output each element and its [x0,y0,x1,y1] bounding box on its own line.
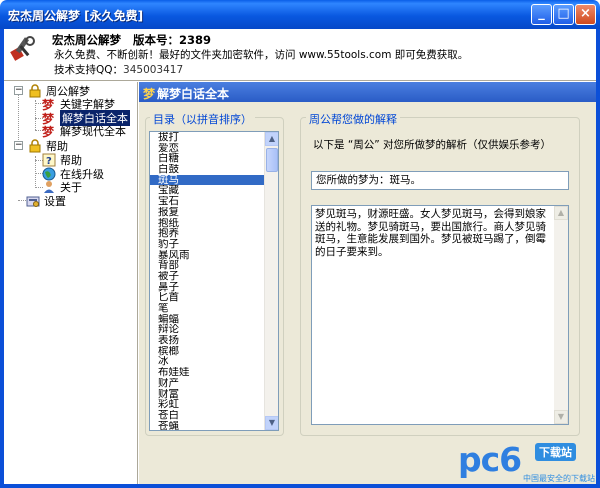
scroll-thumb[interactable] [266,148,278,172]
title-bar[interactable]: 宏杰周公解梦 [永久免费] _ □ × [0,0,600,29]
list-item[interactable]: 报复 [150,207,278,218]
list-item[interactable]: 彩虹 [150,399,278,410]
list-item[interactable]: 鼻子 [150,282,278,293]
list-item[interactable]: 辩论 [150,324,278,335]
list-item[interactable]: 豹子 [150,239,278,250]
list-item[interactable]: 宝石 [150,196,278,207]
dream-field[interactable]: 您所做的梦为：斑马。 [311,171,569,190]
result-textarea[interactable]: 梦见斑马，财源旺盛。女人梦见斑马，会得到娘家送的礼物。梦见骑斑马，要出国旅行。商… [311,205,569,425]
window-title: 宏杰周公解梦 [永久免费] [8,9,144,23]
list-item[interactable]: 财产 [150,378,278,389]
result-scrollbar[interactable]: ▲ ▼ [554,206,568,424]
support-line: 技术支持QQ：345003417 [54,62,183,77]
list-item[interactable]: 匕首 [150,292,278,303]
tree-item-modern-label: 解梦现代全本 [60,124,126,138]
minimize-button[interactable]: _ [531,4,552,25]
directory-scrollbar[interactable]: ▲ ▼ [264,132,278,430]
window-frame-bottom [0,484,600,488]
list-item[interactable]: 冰 [150,356,278,367]
svg-text:?: ? [46,156,52,167]
tree-item-modern[interactable]: 梦 解梦现代全本 [42,123,126,138]
help-icon: ? [42,153,56,167]
list-item[interactable]: 背部 [150,260,278,271]
list-item[interactable]: 抱养 [150,228,278,239]
maximize-button[interactable]: □ [553,4,574,25]
watermark-logo: pc6 [458,440,522,479]
user-icon [44,180,54,193]
list-item[interactable]: 苍白 [150,410,278,421]
lock-icon [29,83,41,97]
support-qq: 345003417 [123,64,184,76]
result-scroll-down-button[interactable]: ▼ [554,410,568,424]
collapse-toggle-dream[interactable]: − [14,86,23,95]
list-item[interactable]: 暴风雨 [150,250,278,261]
list-item[interactable]: 爱恋 [150,143,278,154]
window-frame-right [596,29,600,488]
list-item[interactable]: 财富 [150,389,278,400]
watermark-badge: 下载站 [535,443,576,461]
tree-item-settings-label: 设置 [44,194,66,208]
list-item[interactable]: 拔打 [150,132,278,143]
directory-list[interactable]: 拔打 爱恋 白糖 白鼓 斑马 宝藏 宝石 报复 抱纸 抱养 豹子 暴风雨 背部 被子 鼻子 匕首笔蝙蝠 辩论 表扬… [149,131,279,431]
list-item[interactable]: 蝙蝠 [150,314,278,325]
version-label: 版本号：2389 [133,33,212,47]
panel-title: 解梦白话全本 [157,87,230,101]
app-header: 宏杰周公解梦 版本号：2389 永久免费、不断创新！最好的文件夹加密软件，访问 w… [4,29,596,81]
list-item[interactable]: 白鼓 [150,164,278,175]
promo-text: 永久免费、不断创新！最好的文件夹加密软件，访问 www.55tools.com … [54,49,469,61]
close-button[interactable]: × [575,4,596,25]
support-label: 技术支持QQ： [54,64,124,76]
list-item[interactable]: 宝藏 [150,185,278,196]
tree-item-settings[interactable]: 设置 [26,193,66,208]
app-name-line: 宏杰周公解梦 版本号：2389 [52,32,211,48]
app-name: 宏杰周公解梦 [52,33,121,47]
lock-icon [29,138,41,152]
settings-icon [26,196,40,207]
list-item[interactable]: 布娃娃 [150,367,278,378]
panel-header: 梦 解梦白话全本 [139,82,596,102]
dream-icon: 梦 [42,97,55,111]
watermark-subtitle: 中国最安全的下载站 [523,474,595,483]
svg-text:梦: 梦 [42,124,55,138]
list-item[interactable]: 被子 [150,271,278,282]
dream-icon: 梦 [42,124,55,138]
list-item[interactable]: 斑马 [150,174,278,186]
list-item[interactable]: 抱纸 [150,218,278,229]
analysis-label: 周公帮您做的解释 [306,111,400,127]
list-item[interactable]: 槟榔 [150,346,278,357]
dream-icon: 梦 [143,87,156,101]
scroll-down-button[interactable]: ▼ [265,416,278,430]
nav-tree[interactable]: − 周公解梦 梦 关键字解梦 梦 解梦白话全本 梦 解梦现代全本 − 帮助 ? … [4,82,138,484]
result-text: 梦见斑马，财源旺盛。女人梦见斑马，会得到娘家送的礼物。梦见骑斑马，要出国旅行。商… [315,208,546,258]
analysis-description: 以下是 “周公” 对您所做梦的解析（仅供娱乐参考） [313,139,552,151]
list-item[interactable]: 表扬 [150,335,278,346]
result-scroll-up-button[interactable]: ▲ [554,206,568,220]
scroll-up-button[interactable]: ▲ [265,132,278,146]
tools-icon [10,36,35,61]
list-item[interactable]: 笔 [150,303,278,314]
directory-label: 目录（以拼音排序） [150,111,255,127]
svg-text:梦: 梦 [42,97,55,111]
list-item[interactable]: 苍蝇 [150,421,278,430]
list-item[interactable]: 白糖 [150,153,278,164]
collapse-toggle-help[interactable]: − [14,141,23,150]
directory-list-items: 拔打 爱恋 白糖 白鼓 斑马 宝藏 宝石 报复 抱纸 抱养 豹子 暴风雨 背部 被子 鼻子 匕首笔蝙蝠 辩论 表扬… [150,132,278,430]
